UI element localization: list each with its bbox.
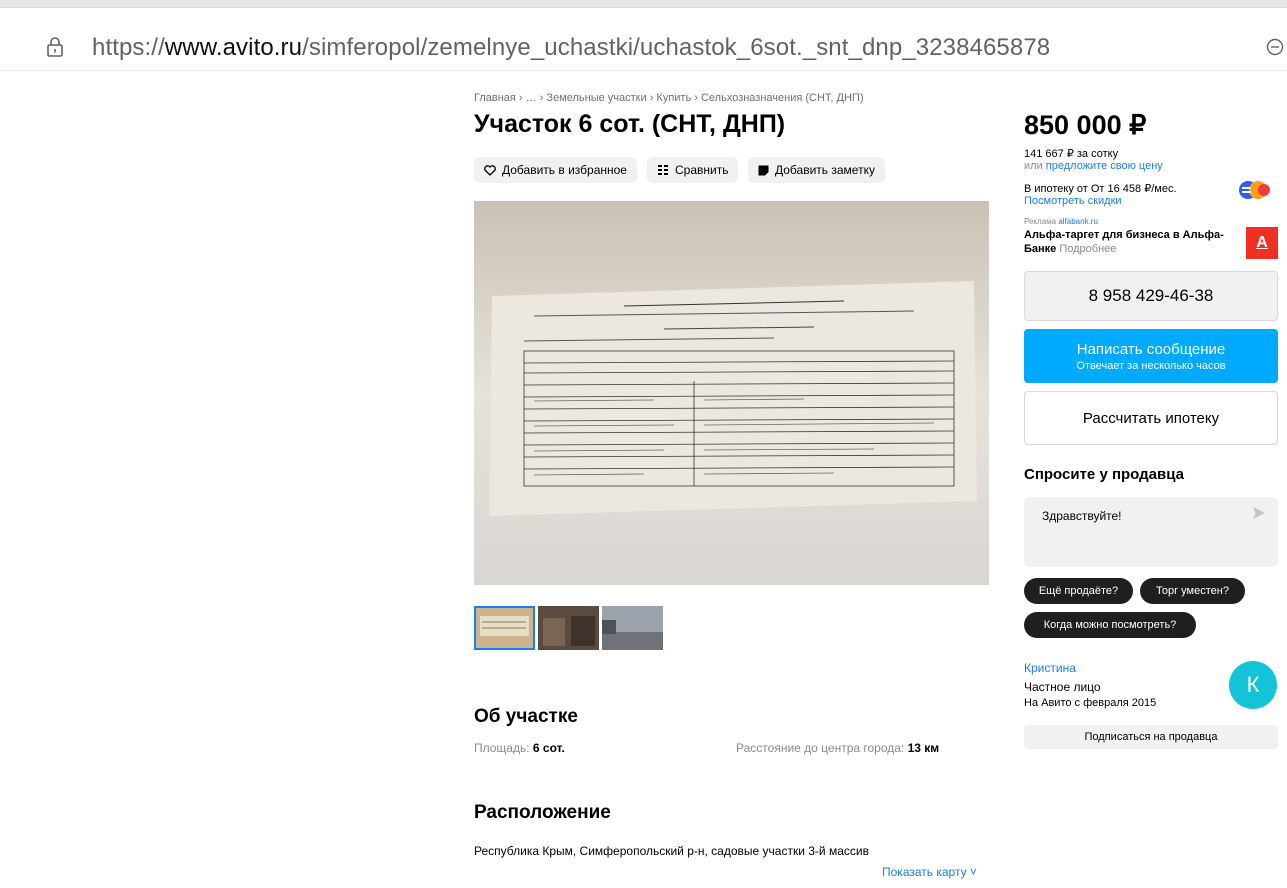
zoom-out-icon[interactable] xyxy=(1266,38,1284,56)
compare-button[interactable]: Сравнить xyxy=(647,157,739,183)
ad-more-link[interactable]: Подробнее xyxy=(1059,243,1116,255)
bank-partners-icon[interactable] xyxy=(1228,179,1276,201)
avatar-letter: К xyxy=(1246,672,1260,697)
distance-label: Расстояние до центра города: xyxy=(736,741,905,755)
thumbnail-2[interactable] xyxy=(538,606,599,650)
thumbnail-house-image xyxy=(538,606,599,650)
note-icon xyxy=(758,165,769,175)
page-title: Участок 6 сот. (СНТ, ДНП) xyxy=(474,110,786,138)
calculate-mortgage-label: Рассчитать ипотеку xyxy=(1082,409,1220,427)
seller-type: Частное лицо xyxy=(1024,680,1101,694)
price: 850 000 ₽ xyxy=(1024,110,1147,140)
alfa-bank-logo[interactable]: А xyxy=(1246,227,1278,259)
distance-value: 13 км xyxy=(907,741,940,755)
heart-icon xyxy=(484,164,496,176)
ad-label: Реклама xyxy=(1024,217,1057,226)
address: Республика Крым, Симферопольский р-н, са… xyxy=(474,844,869,858)
thumbnail-document-image xyxy=(476,608,533,648)
ad-label-line: Реклама alfabank.ru xyxy=(1024,217,1098,226)
distance-param: Расстояние до центра города: 13 км xyxy=(736,741,939,755)
ad-text-line2[interactable]: Банке Подробнее xyxy=(1024,243,1116,255)
ask-seller-heading: Спросите у продавца xyxy=(1024,466,1184,483)
ad-text-bank: Банке xyxy=(1024,243,1057,255)
write-message-label: Написать сообщение xyxy=(1076,340,1226,358)
lock-icon[interactable] xyxy=(46,36,64,58)
breadcrumb[interactable]: Главная › … › Земельные участки › Купить… xyxy=(474,92,864,104)
area-param: Площадь: 6 сот. xyxy=(474,741,565,755)
main-photo[interactable] xyxy=(474,201,989,585)
address-bar[interactable]: https://www.avito.ru/simferopol/zemelnye… xyxy=(0,8,1287,71)
compare-label: Сравнить xyxy=(675,163,729,177)
phone-number: 8 958 429-46-38 xyxy=(1088,286,1214,305)
thumbnail-1[interactable] xyxy=(474,606,535,650)
add-note-label: Добавить заметку xyxy=(775,163,875,177)
ask-seller-input[interactable]: Здравствуйте! xyxy=(1024,497,1278,567)
mortgage-text: В ипотеку от От 16 458 ₽/мес. xyxy=(1024,183,1177,195)
avatar[interactable]: К xyxy=(1229,661,1277,709)
about-heading: Об участке xyxy=(474,706,578,727)
compare-icon xyxy=(658,165,668,175)
calculate-mortgage-button[interactable]: Рассчитать ипотеку xyxy=(1024,391,1278,445)
url-path: /simferopol/zemelnye_uchastki/uchastok_6… xyxy=(302,34,1051,61)
show-phone-button[interactable]: 8 958 429-46-38 xyxy=(1024,271,1278,321)
subscribe-seller-button[interactable]: Подписаться на продавца xyxy=(1024,725,1278,749)
show-map-link[interactable]: Показать карту ˅ xyxy=(882,865,977,879)
thumbnail-3[interactable] xyxy=(602,606,663,650)
discounts-link[interactable]: Посмотреть скидки xyxy=(1024,195,1122,207)
response-time-label: Отвечает за несколько часов xyxy=(1076,359,1226,372)
url-prefix: https:// xyxy=(92,34,165,61)
add-to-favorites-button[interactable]: Добавить в избранное xyxy=(474,157,637,183)
price-per-sotka: 141 667 ₽ за сотку xyxy=(1024,148,1119,160)
add-to-favorites-label: Добавить в избранное xyxy=(502,163,627,177)
browser-top-strip xyxy=(0,0,1287,8)
write-message-button[interactable]: Написать сообщение Отвечает за несколько… xyxy=(1024,329,1278,383)
document-photo xyxy=(474,201,989,585)
ask-seller-input-value: Здравствуйте! xyxy=(1042,509,1122,523)
seller-since: На Авито с февраля 2015 xyxy=(1024,697,1157,709)
url-text[interactable]: https://www.avito.ru/simferopol/zemelnye… xyxy=(92,34,1050,62)
area-value: 6 сот. xyxy=(532,741,565,755)
offer-price-line: или предложите свою цену xyxy=(1024,160,1163,172)
quick-reply-bargain[interactable]: Торг уместен? xyxy=(1140,578,1245,604)
ad-site[interactable]: alfabank.ru xyxy=(1058,217,1098,226)
ad-text-line1[interactable]: Альфа-таргет для бизнеса в Альфа- xyxy=(1024,229,1224,241)
area-label: Площадь: xyxy=(474,741,530,755)
alfa-logo-letter: А xyxy=(1256,234,1268,251)
send-icon[interactable] xyxy=(1252,506,1266,520)
add-note-button[interactable]: Добавить заметку xyxy=(748,157,885,183)
subscribe-seller-label: Подписаться на продавца xyxy=(1084,731,1218,743)
quick-reply-still-selling[interactable]: Ещё продаёте? xyxy=(1024,578,1133,604)
or-text: или xyxy=(1024,160,1043,172)
offer-price-link[interactable]: предложите свою цену xyxy=(1046,160,1163,172)
url-domain: www.avito.ru xyxy=(164,34,303,61)
location-heading: Расположение xyxy=(474,802,611,823)
seller-name-link[interactable]: Кристина xyxy=(1024,661,1076,675)
thumbnail-street-image xyxy=(602,606,663,650)
quick-reply-when-to-see[interactable]: Когда можно посмотреть? xyxy=(1024,612,1196,638)
